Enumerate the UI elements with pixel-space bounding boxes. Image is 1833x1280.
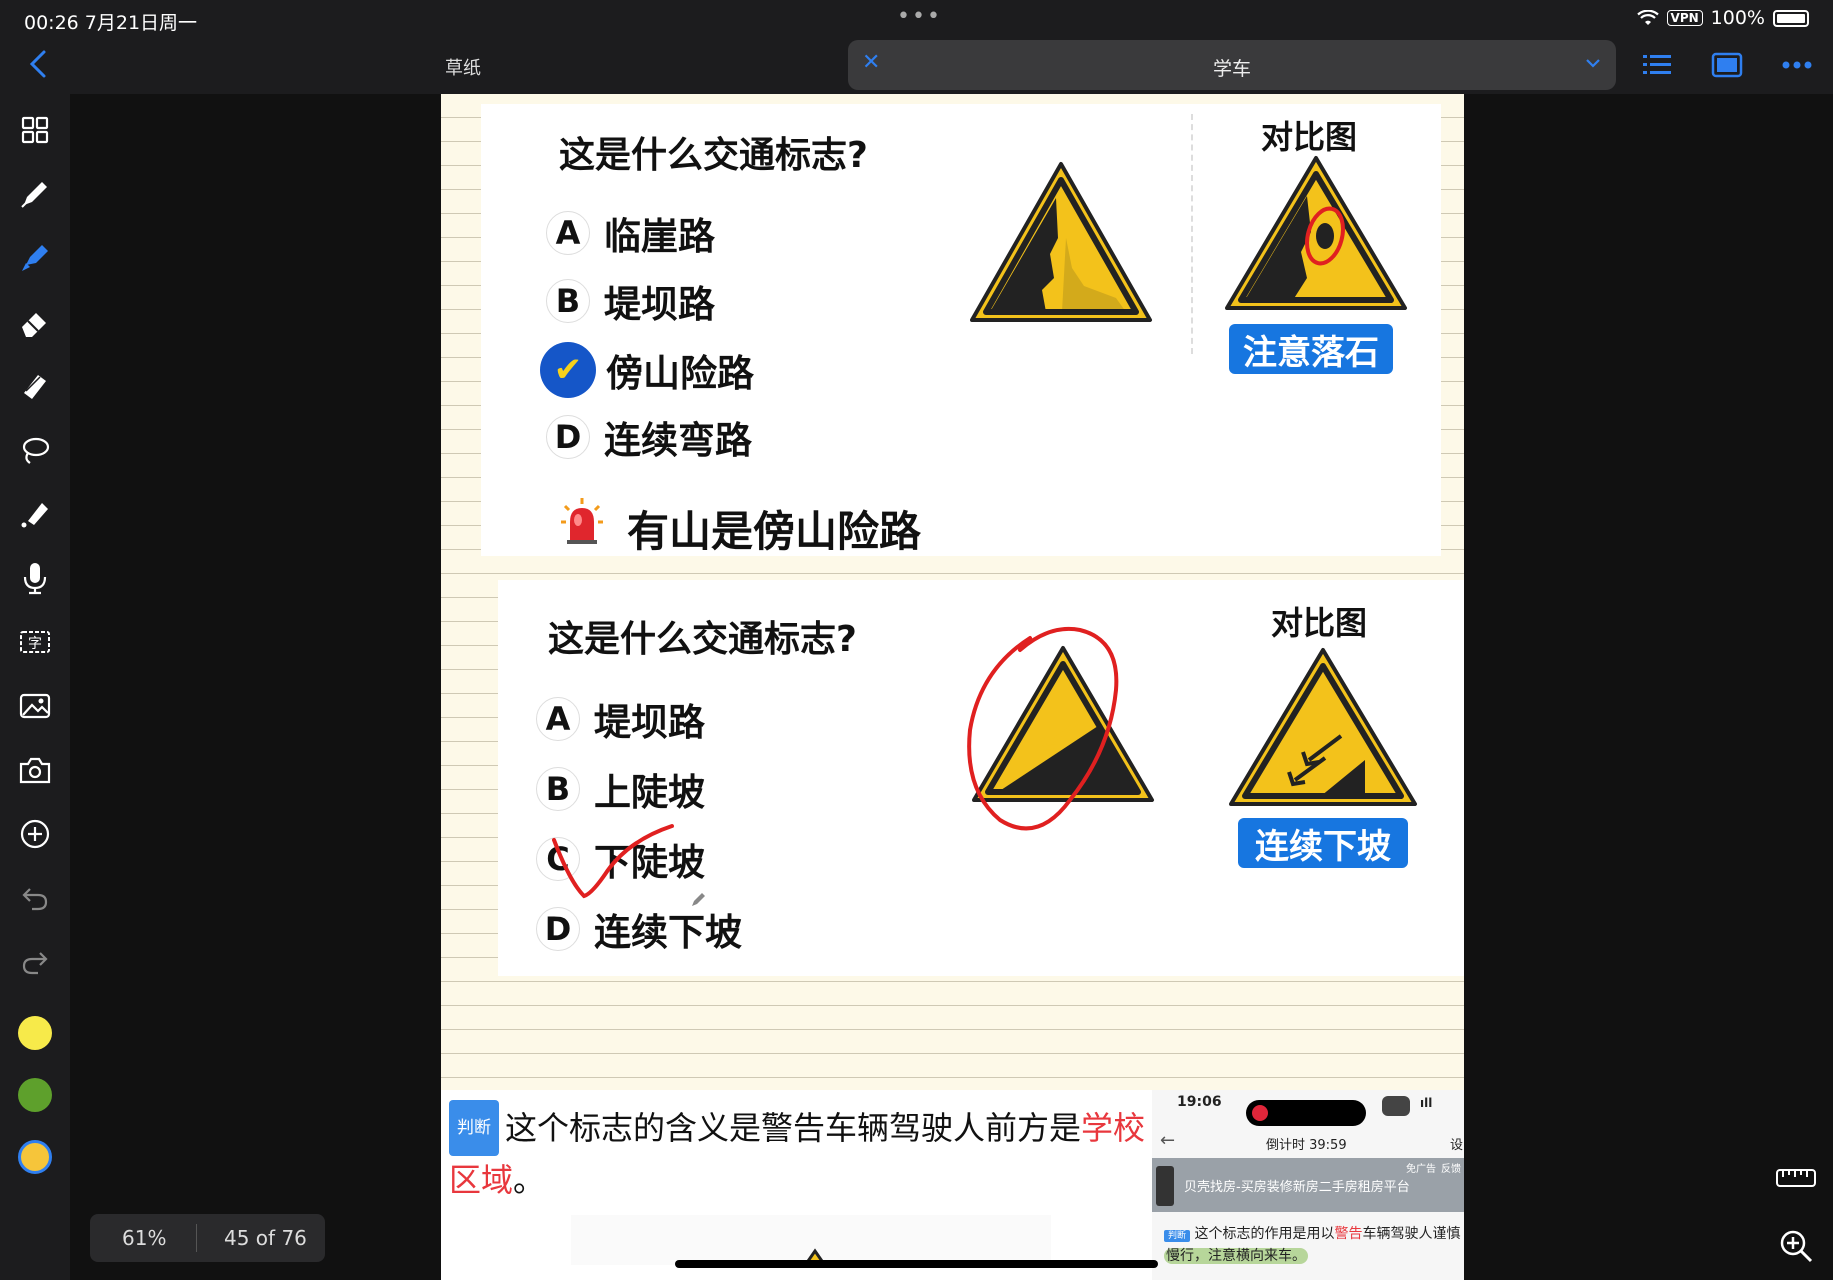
battery-percent: 100% bbox=[1710, 7, 1765, 29]
q1-option-a: A 临崖路 bbox=[546, 206, 715, 260]
microphone-icon[interactable] bbox=[15, 558, 55, 598]
tab-scratch[interactable]: 草纸 bbox=[445, 54, 481, 80]
status-time: 00:26 7月21日周一 bbox=[24, 12, 198, 34]
svg-text:字: 字 bbox=[28, 636, 42, 652]
phone-question-text: 判断 这个标志的作用是用以警告车辆驾驶人谨慎 慢行，注意横向来车。 bbox=[1164, 1226, 1461, 1264]
phone-ad-banner: 贝壳找房-买房装修新房二手房租房平台 免广告 反馈 bbox=[1152, 1158, 1464, 1212]
dynamic-island bbox=[1246, 1100, 1366, 1126]
color-swatch-green[interactable] bbox=[18, 1078, 52, 1112]
document-toolbar: 草纸 ✕ 学车 bbox=[0, 36, 1833, 94]
question-card-3: 判断 这个标志的含义是警告车辆驾驶人前方是学校区域。 19:06 ıll ← 倒计… bbox=[441, 1090, 1464, 1280]
add-element-icon[interactable] bbox=[15, 814, 55, 854]
page-counter: 45 of 76 bbox=[224, 1226, 307, 1250]
siren-icon bbox=[561, 498, 603, 544]
checkmark-icon: ✔ bbox=[540, 342, 596, 398]
thumbnails-icon[interactable] bbox=[15, 110, 55, 150]
question-card-2: 这是什么交通标志? A 堤坝路 B 上陡坡 C 下陡坡 D 连续下坡 对比图 连续下坡 bbox=[498, 580, 1464, 976]
eraser-icon[interactable] bbox=[15, 302, 55, 342]
undo-icon[interactable] bbox=[15, 878, 55, 918]
sign-image-partial bbox=[571, 1215, 1051, 1265]
q2-option-d: D 连续下坡 bbox=[536, 902, 742, 956]
q1-option-correct: ✔ 傍山险路 bbox=[540, 342, 754, 398]
vpn-badge: VPN bbox=[1666, 10, 1703, 26]
more-options-icon[interactable] bbox=[1780, 48, 1814, 82]
ruler-icon[interactable] bbox=[1772, 1154, 1820, 1202]
battery-icon bbox=[1773, 9, 1809, 27]
handwritten-circle bbox=[967, 626, 1119, 831]
tab-active[interactable]: ✕ 学车 bbox=[848, 40, 1616, 90]
zoom-level: 61% bbox=[122, 1226, 167, 1250]
q2-compare-label: 连续下坡 bbox=[1238, 818, 1408, 868]
laser-pointer-icon[interactable] bbox=[15, 494, 55, 534]
phone-time: 19:06 bbox=[1177, 1094, 1222, 1110]
color-swatch-orange-selected[interactable] bbox=[18, 1140, 52, 1174]
tab-title: 学车 bbox=[1212, 58, 1251, 80]
pencil-cursor-icon bbox=[692, 893, 705, 906]
lasso-icon[interactable] bbox=[15, 430, 55, 470]
q2-option-b: B 上陡坡 bbox=[536, 762, 705, 816]
zoom-in-icon[interactable] bbox=[1772, 1222, 1820, 1270]
q1-option-b: B 堤坝路 bbox=[546, 274, 715, 328]
status-bar: 00:26 7月21日周一 ••• VPN 100% bbox=[0, 0, 1833, 36]
home-indicator bbox=[675, 1260, 1158, 1268]
text-box-icon[interactable]: 字 bbox=[15, 622, 55, 662]
tool-sidebar: 字 bbox=[0, 94, 70, 1280]
question-3-text: 判断 这个标志的含义是警告车辆驾驶人前方是学校区域。 bbox=[449, 1100, 1154, 1204]
continuous-downhill-sign-icon bbox=[1229, 648, 1417, 806]
embedded-phone-screenshot: 19:06 ıll ← 倒计时 39:59 设 贝壳找房-买房装修新房二手房租房… bbox=[1152, 1090, 1464, 1280]
q2-compare-title: 对比图 bbox=[1271, 604, 1368, 642]
page-view-icon[interactable] bbox=[1710, 48, 1744, 82]
question-card-1: 这是什么交通标志? A 临崖路 B 堤坝路 ✔ 傍山险路 D 连续弯路 对比图 注意落石… bbox=[481, 104, 1441, 556]
status-right: VPN 100% bbox=[1636, 7, 1809, 29]
phone-back-icon: ← bbox=[1160, 1130, 1176, 1151]
handwritten-checkmark bbox=[552, 824, 674, 899]
color-swatch-yellow[interactable] bbox=[18, 1016, 52, 1050]
zoom-page-indicator[interactable]: 61% 45 of 76 bbox=[90, 1214, 325, 1262]
mountain-road-sign-icon bbox=[970, 162, 1152, 322]
back-chevron-icon[interactable] bbox=[20, 44, 56, 84]
chevron-down-icon[interactable] bbox=[1584, 54, 1602, 72]
phone-countdown: 倒计时 39:59 bbox=[1266, 1138, 1347, 1153]
wifi-icon bbox=[1636, 10, 1659, 25]
question-1-title: 这是什么交通标志? bbox=[559, 135, 868, 176]
q1-compare-label: 注意落石 bbox=[1229, 324, 1393, 374]
highlighter-icon[interactable] bbox=[15, 238, 55, 278]
redo-icon[interactable] bbox=[15, 942, 55, 982]
pen-tool-icon[interactable] bbox=[15, 174, 55, 214]
image-icon[interactable] bbox=[15, 686, 55, 726]
falling-rocks-sign-icon bbox=[1225, 156, 1407, 310]
q1-tip: 有山是傍山险路 bbox=[627, 507, 922, 556]
divider bbox=[1191, 114, 1193, 354]
outline-list-icon[interactable] bbox=[1640, 48, 1674, 82]
multitask-dots[interactable]: ••• bbox=[897, 4, 942, 29]
tape-tool-icon[interactable] bbox=[15, 366, 55, 406]
question-2-title: 这是什么交通标志? bbox=[548, 619, 857, 660]
q1-option-d: D 连续弯路 bbox=[546, 410, 752, 464]
judge-tag: 判断 bbox=[449, 1100, 499, 1156]
q2-option-a: A 堤坝路 bbox=[536, 692, 705, 746]
camera-icon[interactable] bbox=[15, 750, 55, 790]
